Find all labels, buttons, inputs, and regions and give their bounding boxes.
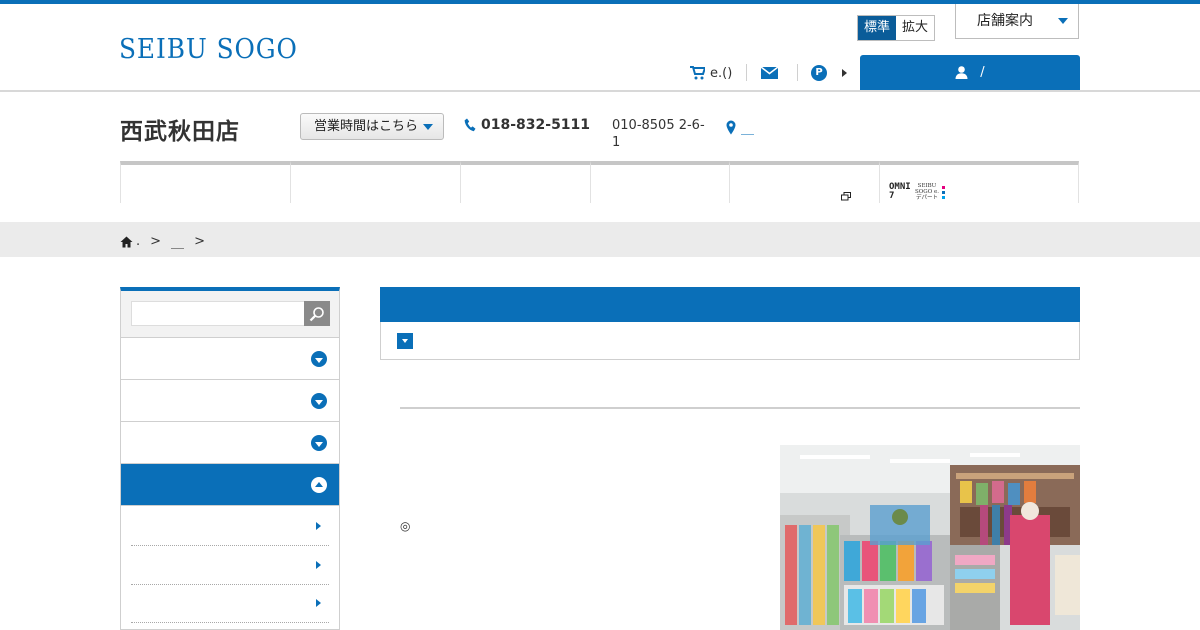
- chevron-right-icon: [842, 69, 847, 77]
- chevron-right-icon: [316, 561, 321, 569]
- chevron-down-icon: [402, 339, 408, 343]
- cart-label: e.(): [710, 65, 733, 81]
- store-name: 西武秋田店: [120, 119, 240, 145]
- store-guide-label: 店舗案内: [977, 13, 1033, 29]
- chevron-down-icon: [311, 435, 327, 451]
- font-size-toggle: 標準 拡大: [857, 15, 936, 41]
- map-pin-icon: [726, 120, 736, 135]
- login-button[interactable]: /: [860, 55, 1080, 90]
- font-size-large-button[interactable]: 拡大: [896, 16, 935, 40]
- map-link-label: ＿: [741, 122, 755, 137]
- global-nav-item[interactable]: [590, 161, 729, 203]
- sidebar-menu-item[interactable]: [121, 422, 339, 464]
- phone-number-text: 018-832-5111: [481, 117, 591, 133]
- external-window-icon: [841, 186, 851, 205]
- login-label: /: [980, 65, 985, 80]
- breadcrumb-item[interactable]: ＿: [171, 232, 184, 251]
- note-mark: ◎: [400, 519, 411, 533]
- sidebar-menu-item[interactable]: [121, 380, 339, 422]
- phone-number[interactable]: 018-832-5111: [464, 117, 590, 133]
- breadcrumb: . > ＿ >: [0, 222, 1200, 257]
- store-guide-dropdown[interactable]: 店舗案内: [955, 4, 1079, 39]
- global-nav-item[interactable]: [120, 161, 290, 203]
- sidebar-sub-item[interactable]: [131, 546, 329, 585]
- search-button[interactable]: [304, 301, 330, 326]
- cart-icon: [690, 66, 705, 80]
- mail-link[interactable]: [761, 64, 778, 82]
- home-icon[interactable]: [120, 236, 133, 248]
- omni7-color-dots: [942, 185, 945, 199]
- seibu-sogo-logo[interactable]: SEIBU SOGO: [119, 34, 298, 65]
- store-address: 010-8505 2-6-1: [612, 118, 705, 150]
- omni7-logo[interactable]: OMNI7 SEIBU SOGO e.デパート: [889, 183, 945, 201]
- breadcrumb-home-label[interactable]: .: [136, 234, 140, 249]
- breadcrumb-separator: >: [150, 234, 162, 249]
- chevron-up-icon: [311, 477, 327, 493]
- util-divider: [797, 64, 798, 81]
- sidebar-search: [121, 291, 339, 338]
- phone-icon: [464, 118, 476, 132]
- font-size-standard-button[interactable]: 標準: [858, 16, 897, 40]
- chevron-down-icon: [311, 393, 327, 409]
- global-nav-item[interactable]: [460, 161, 590, 203]
- omni7-logo-text: OMNI7: [889, 182, 911, 201]
- sidebar-menu-item-active[interactable]: [121, 464, 339, 506]
- section-toggle-button[interactable]: [397, 333, 413, 349]
- omni7-subtitle: SEIBU SOGO e.デパート: [915, 183, 939, 201]
- chevron-right-icon: [316, 522, 321, 530]
- search-input[interactable]: [131, 301, 305, 326]
- chevron-down-icon: [311, 351, 327, 367]
- business-hours-label: 営業時間はこちら: [314, 119, 419, 134]
- point-icon: P: [811, 65, 827, 81]
- main-section-subbar: [380, 322, 1080, 360]
- chevron-down-icon: [1058, 18, 1068, 24]
- map-link[interactable]: ＿: [726, 118, 754, 137]
- mail-icon: [761, 67, 778, 79]
- point-link[interactable]: P: [811, 64, 847, 82]
- store-floor-photo: [780, 445, 1080, 630]
- sidebar-sub-item[interactable]: [131, 584, 329, 623]
- main-section-header: [380, 287, 1080, 322]
- header-divider: [0, 90, 1200, 92]
- search-icon: [309, 306, 324, 321]
- chevron-down-icon: [423, 124, 433, 130]
- sidebar-menu-item[interactable]: [121, 338, 339, 380]
- content-divider: [400, 407, 1080, 409]
- cart-link[interactable]: e.(): [690, 64, 732, 82]
- user-icon: [955, 66, 968, 79]
- breadcrumb-separator: >: [194, 234, 205, 249]
- global-nav-item[interactable]: [729, 161, 879, 203]
- business-hours-dropdown[interactable]: 営業時間はこちら: [300, 113, 444, 140]
- chevron-right-icon: [316, 599, 321, 607]
- util-divider: [746, 64, 747, 81]
- sidebar-sub-item[interactable]: [131, 507, 329, 546]
- global-nav-item[interactable]: [290, 161, 460, 203]
- sidebar: [120, 287, 340, 630]
